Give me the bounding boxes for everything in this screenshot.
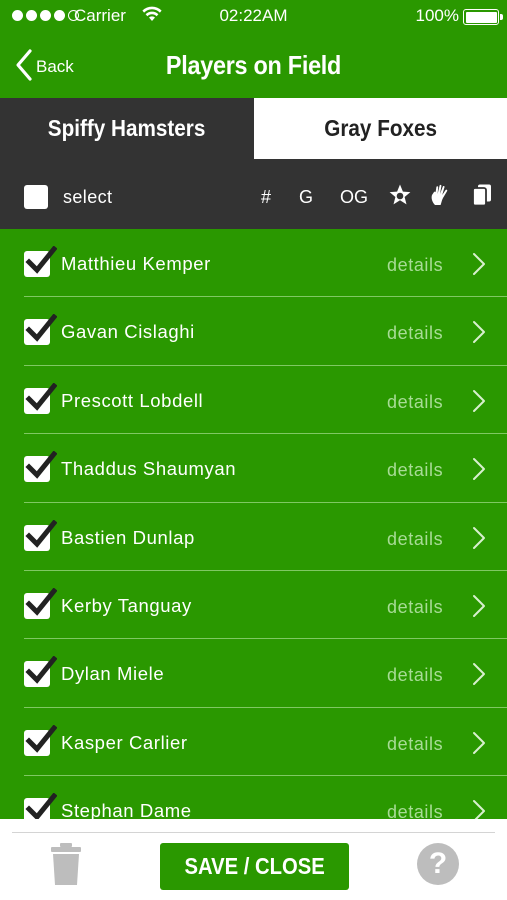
details-link[interactable]: details (387, 460, 443, 481)
chevron-right-icon[interactable] (472, 252, 486, 276)
player-row[interactable]: Gavan Cislaghi details (0, 297, 507, 366)
save-close-button[interactable]: SAVE / CLOSE (160, 843, 349, 890)
team-tabs: Spiffy Hamsters Gray Foxes (0, 98, 507, 159)
checkmark-icon (25, 656, 57, 685)
player-checkbox[interactable] (24, 314, 57, 346)
select-label: select (63, 187, 113, 207)
checkmark-icon (25, 724, 57, 753)
player-name: Stephan Dame (61, 800, 192, 819)
checkmark-icon (25, 793, 57, 819)
details-link[interactable]: details (387, 323, 443, 344)
player-name: Matthieu Kemper (61, 253, 211, 274)
page-title: Players on Field (165, 50, 342, 80)
player-checkbox[interactable] (24, 724, 57, 756)
hand-icon[interactable] (429, 183, 453, 207)
battery-percent: 100% (415, 6, 459, 25)
tab-spiffy-hamsters[interactable]: Spiffy Hamsters (0, 98, 254, 159)
checkmark-icon (25, 451, 57, 479)
checkmark-icon (25, 588, 57, 616)
status-bar: Carrier 02:22AM 100% (0, 0, 507, 34)
player-checkbox[interactable] (24, 451, 57, 483)
player-name: Prescott Lobdell (61, 389, 204, 411)
player-name: Dylan Miele (61, 663, 165, 685)
player-checkbox[interactable] (24, 246, 57, 277)
player-row[interactable]: Kasper Carlier details (0, 708, 507, 777)
details-link[interactable]: details (387, 392, 443, 413)
details-link[interactable]: details (387, 597, 443, 618)
star-icon[interactable] (388, 183, 412, 207)
player-name: Thaddus Shaumyan (61, 458, 237, 480)
chevron-right-icon[interactable] (472, 799, 486, 819)
list-header: select # G OG (0, 159, 507, 229)
player-row[interactable]: Thaddus Shaumyan details (0, 434, 507, 503)
player-name: Gavan Cislaghi (61, 321, 195, 343)
top-bar: Carrier 02:22AM 100% Back Players on Fie… (0, 0, 507, 98)
checkmark-icon (25, 246, 57, 274)
details-link[interactable]: details (387, 734, 443, 755)
chevron-right-icon[interactable] (472, 731, 486, 755)
column-goals[interactable]: G (299, 187, 313, 208)
player-row[interactable]: Prescott Lobdell details (0, 366, 507, 435)
details-link[interactable]: details (387, 255, 443, 276)
player-name: Kasper Carlier (61, 731, 188, 753)
player-row[interactable]: Dylan Miele details (0, 639, 507, 708)
cards-icon[interactable] (470, 183, 494, 207)
checkmark-icon (25, 382, 57, 411)
navigation-bar: Back Players on Field (0, 34, 507, 98)
player-name: Kerby Tanguay (61, 595, 192, 616)
help-button[interactable]: ? (417, 843, 459, 885)
chevron-right-icon[interactable] (472, 662, 486, 686)
player-row[interactable]: Stephan Dame details (0, 776, 507, 819)
trash-icon[interactable] (50, 843, 82, 885)
player-checkbox[interactable] (24, 588, 57, 619)
player-list: Matthieu Kemper details Gavan Cislaghi deta… (0, 229, 507, 819)
chevron-right-icon[interactable] (472, 389, 486, 413)
chevron-right-icon[interactable] (472, 457, 486, 481)
battery-icon (463, 9, 503, 25)
checkmark-icon (25, 519, 57, 548)
column-own-goals[interactable]: OG (340, 187, 368, 208)
player-row[interactable]: Kerby Tanguay details (0, 571, 507, 640)
chevron-right-icon[interactable] (472, 594, 486, 618)
details-link[interactable]: details (387, 529, 443, 550)
player-checkbox[interactable] (24, 382, 57, 414)
footer-divider (12, 832, 495, 833)
select-all-checkbox[interactable] (24, 185, 48, 209)
chevron-right-icon[interactable] (472, 526, 486, 550)
chevron-right-icon[interactable] (472, 320, 486, 344)
player-checkbox[interactable] (24, 656, 57, 688)
column-number[interactable]: # (261, 187, 271, 208)
player-checkbox[interactable] (24, 519, 57, 551)
player-name: Bastien Dunlap (61, 526, 195, 548)
player-row[interactable]: Matthieu Kemper details (0, 229, 507, 298)
player-checkbox[interactable] (24, 793, 57, 819)
player-row[interactable]: Bastien Dunlap details (0, 503, 507, 571)
tab-gray-foxes[interactable]: Gray Foxes (253, 98, 507, 159)
details-link[interactable]: details (387, 802, 443, 819)
checkmark-icon (25, 314, 57, 343)
help-icon: ? (428, 847, 448, 880)
details-link[interactable]: details (387, 665, 443, 686)
